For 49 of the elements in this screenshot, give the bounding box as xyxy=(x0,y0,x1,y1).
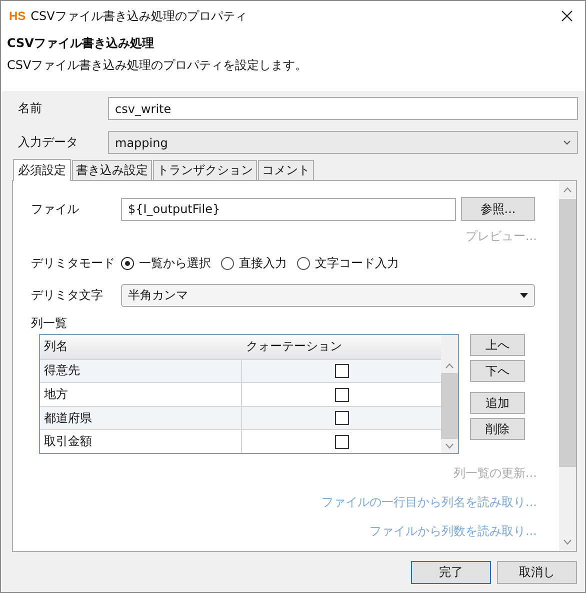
scroll-up-icon[interactable] xyxy=(445,363,454,369)
table-cell: 得意先 xyxy=(40,360,242,382)
dialog-button[interactable]: 取消し xyxy=(497,561,577,584)
list-button[interactable]: 上へ xyxy=(470,334,525,356)
column-header: クォーテーション xyxy=(245,338,343,356)
table-cell: 取引金額 xyxy=(40,430,242,454)
list-button[interactable]: 下へ xyxy=(470,360,525,382)
delimiter-mode-label: デリミタモード xyxy=(31,254,116,272)
scrollbar[interactable] xyxy=(559,181,576,551)
delimiter-char-dropdown[interactable]: 半角カンマ xyxy=(121,284,535,306)
chevron-down-icon xyxy=(563,140,571,145)
field-label: 名前 xyxy=(17,100,43,117)
scroll-down-icon[interactable] xyxy=(563,539,572,545)
close-icon[interactable] xyxy=(561,10,573,22)
header-description: CSVファイル書き込み処理のプロパティを設定します。 xyxy=(7,57,308,74)
checkbox[interactable] xyxy=(334,364,348,378)
delimiter-char-label: デリミタ文字 xyxy=(31,286,104,304)
file-label: ファイル xyxy=(31,200,80,218)
header-title: CSVファイル書き込み処理 xyxy=(7,35,155,52)
radio-label[interactable]: 文字コード入力 xyxy=(315,254,399,272)
scroll-down-icon[interactable] xyxy=(445,443,454,449)
list-button[interactable]: 削除 xyxy=(470,418,525,440)
scroll-up-icon[interactable] xyxy=(563,187,572,193)
checkbox[interactable] xyxy=(334,388,348,402)
file-field[interactable]: ${I_outputFile} xyxy=(121,198,456,220)
tab[interactable]: 書き込み設定 xyxy=(72,160,152,180)
radio-button[interactable] xyxy=(297,256,310,270)
name-field[interactable]: csv_write xyxy=(108,97,578,120)
tab[interactable]: 必須設定 xyxy=(13,159,71,181)
input-data-dropdown[interactable]: mapping xyxy=(108,131,578,154)
column-header: 列名 xyxy=(43,338,69,356)
tab[interactable]: トランザクション xyxy=(153,160,257,180)
checkbox[interactable] xyxy=(334,434,348,449)
scrollbar[interactable] xyxy=(441,335,458,453)
table-cell: 都道府県 xyxy=(40,406,242,430)
app-logo: HS xyxy=(9,9,26,23)
dialog-button[interactable]: 完了 xyxy=(411,561,491,584)
dropdown-arrow-icon xyxy=(520,292,528,298)
radio-label[interactable]: 直接入力 xyxy=(239,254,287,272)
list-button[interactable]: 追加 xyxy=(470,392,525,414)
radio-button[interactable] xyxy=(221,256,234,270)
column-list-label: 列一覧 xyxy=(31,314,68,332)
radio-button[interactable] xyxy=(121,256,134,270)
browse-button[interactable]: 参照... xyxy=(461,197,535,221)
window-title: CSVファイル書き込み処理のプロパティ xyxy=(30,8,248,24)
radio-label[interactable]: 一覧から選択 xyxy=(139,254,211,272)
checkbox[interactable] xyxy=(334,411,348,426)
field-label: 入力データ xyxy=(17,134,79,151)
tab[interactable]: コメント xyxy=(258,160,314,180)
